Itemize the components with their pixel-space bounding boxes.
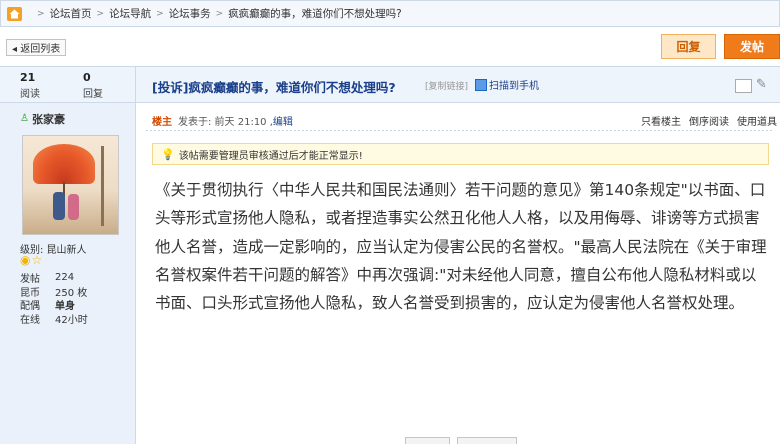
stat-key-online: 在线	[20, 314, 40, 326]
user-sidebar: ♙ 张家豪 级别: 昆山新人 ◉☆ 发帖 224 昆币 250 枚 配偶 单身 …	[0, 103, 136, 444]
breadcrumb-separator: >	[156, 8, 164, 19]
lightbulb-icon: 💡	[161, 147, 175, 161]
user-stats: 发帖 224 昆币 250 枚 配偶 单身 在线 42小时	[20, 271, 88, 326]
back-to-list-button[interactable]: ◂ 返回列表	[6, 39, 67, 56]
notice-text: 该帖需要管理员审核通过后才能正常显示!	[178, 150, 363, 162]
post-tools: 只看楼主 倒序阅读 使用道具	[641, 113, 777, 128]
views-label: 阅读	[20, 89, 40, 100]
moderation-notice: 💡 该帖需要管理员审核通过后才能正常显示!	[152, 143, 769, 165]
post-time: 发表于: 前天 21:10 ,	[178, 117, 273, 128]
user-stat-row: 在线 42小时	[20, 312, 88, 326]
avatar-figure	[68, 194, 79, 220]
breadcrumb-item-thread[interactable]: 疯疯癫癫的事，难道你们不想处理吗?	[228, 6, 402, 21]
breadcrumb-item-home[interactable]: 论坛首页	[50, 6, 92, 21]
copy-link[interactable]: [复制链接]	[425, 79, 468, 92]
home-icon[interactable]	[1, 1, 28, 26]
divider	[146, 130, 774, 131]
breadcrumb-item-affairs[interactable]: 论坛事务	[169, 6, 211, 21]
avatar-lamp-post	[101, 146, 104, 226]
replies-stat: 0 回复	[83, 71, 103, 100]
select-checkbox[interactable]	[735, 79, 752, 93]
replies-count: 0	[83, 71, 91, 84]
pencil-icon[interactable]: ✎	[756, 77, 767, 92]
page-button[interactable]	[457, 437, 517, 444]
edit-link[interactable]: 编辑	[273, 113, 293, 128]
scan-to-phone-label: 扫描到手机	[489, 81, 539, 92]
use-item-link[interactable]: 使用道具	[737, 113, 777, 128]
username[interactable]: ♙ 张家豪	[20, 111, 65, 127]
user-stat-row: 配偶 单身	[20, 298, 88, 312]
thread-title[interactable]: [投诉]疯疯癫癫的事，难道你们不想处理吗?	[152, 77, 396, 96]
breadcrumb-separator: >	[37, 8, 45, 19]
page-button[interactable]	[405, 437, 450, 444]
user-icon: ♙	[20, 113, 29, 124]
avatar-umbrella	[33, 144, 95, 184]
breadcrumb: > 论坛首页 > 论坛导航 > 论坛事务 > 疯疯癫癫的事，难道你们不想处理吗?	[28, 6, 402, 21]
breadcrumb-separator: >	[96, 8, 105, 19]
replies-label: 回复	[83, 89, 103, 100]
qr-code-icon	[475, 78, 487, 91]
user-stat-row: 昆币 250 枚	[20, 285, 88, 299]
reverse-order-link[interactable]: 倒序阅读	[689, 113, 729, 128]
thread-stats: 21 阅读 0 回复	[0, 67, 136, 102]
breadcrumb-separator: >	[215, 8, 224, 19]
only-author-link[interactable]: 只看楼主	[641, 113, 681, 128]
scan-to-phone-link[interactable]: 扫描到手机	[475, 77, 539, 92]
reply-button[interactable]: 回复	[661, 34, 716, 59]
breadcrumb-bar: > 论坛首页 > 论坛导航 > 论坛事务 > 疯疯癫癫的事，难道你们不想处理吗?	[0, 0, 780, 27]
post-meta: 楼主 发表于: 前天 21:10 , 编辑	[152, 113, 293, 128]
thread-header: 21 阅读 0 回复 [投诉]疯疯癫癫的事，难道你们不想处理吗? [复制链接] …	[0, 66, 780, 103]
level-stars-icon: ◉☆	[20, 253, 44, 267]
post-content: 《关于贯彻执行〈中华人民共和国民法通则〉若干问题的意见》第140条规定"以书面、…	[155, 181, 767, 313]
new-post-button[interactable]: 发帖	[724, 34, 780, 59]
views-stat: 21 阅读	[20, 71, 40, 100]
avatar-figure	[53, 192, 65, 220]
avatar[interactable]	[22, 135, 119, 235]
breadcrumb-item-nav[interactable]: 论坛导航	[109, 6, 151, 21]
username-label: 张家豪	[32, 113, 65, 126]
stat-value-online: 42小时	[55, 314, 88, 326]
user-stat-row: 发帖 224	[20, 271, 88, 285]
author-tag: 楼主	[152, 117, 172, 128]
views-count: 21	[20, 71, 36, 84]
stat-value-posts: 224	[55, 272, 75, 284]
